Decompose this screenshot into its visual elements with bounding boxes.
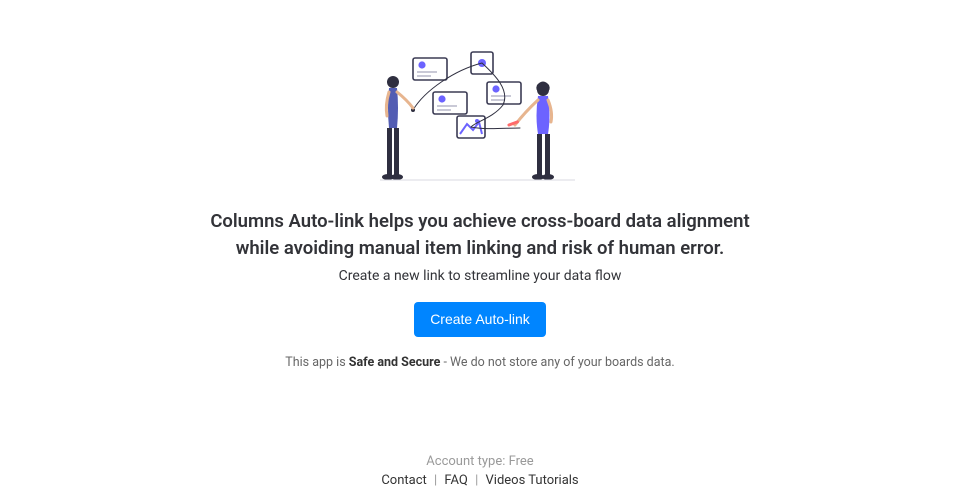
footer-link-contact[interactable]: Contact	[381, 473, 426, 488]
onboarding-page: Columns Auto-link helps you achieve cros…	[0, 0, 960, 500]
people-cards-illustration-icon	[375, 50, 585, 190]
footer: Account type: Free Contact | FAQ | Video…	[0, 454, 960, 488]
safe-prefix: This app is	[285, 355, 348, 370]
account-type-label: Account type: Free	[0, 454, 960, 469]
footer-link-faq[interactable]: FAQ	[444, 473, 467, 488]
separator: |	[475, 473, 481, 488]
safe-secure-note: This app is Safe and Secure - We do not …	[285, 355, 674, 370]
footer-links: Contact | FAQ | Videos Tutorials	[0, 473, 960, 488]
separator: |	[434, 473, 440, 488]
create-auto-link-button[interactable]: Create Auto-link	[414, 302, 546, 337]
hero-illustration	[375, 50, 585, 190]
subheadline: Create a new link to streamline your dat…	[339, 268, 622, 284]
safe-suffix: - We do not store any of your boards dat…	[440, 355, 674, 370]
safe-bold: Safe and Secure	[349, 355, 441, 370]
footer-link-videos[interactable]: Videos Tutorials	[486, 473, 579, 488]
headline: Columns Auto-link helps you achieve cros…	[210, 208, 749, 262]
